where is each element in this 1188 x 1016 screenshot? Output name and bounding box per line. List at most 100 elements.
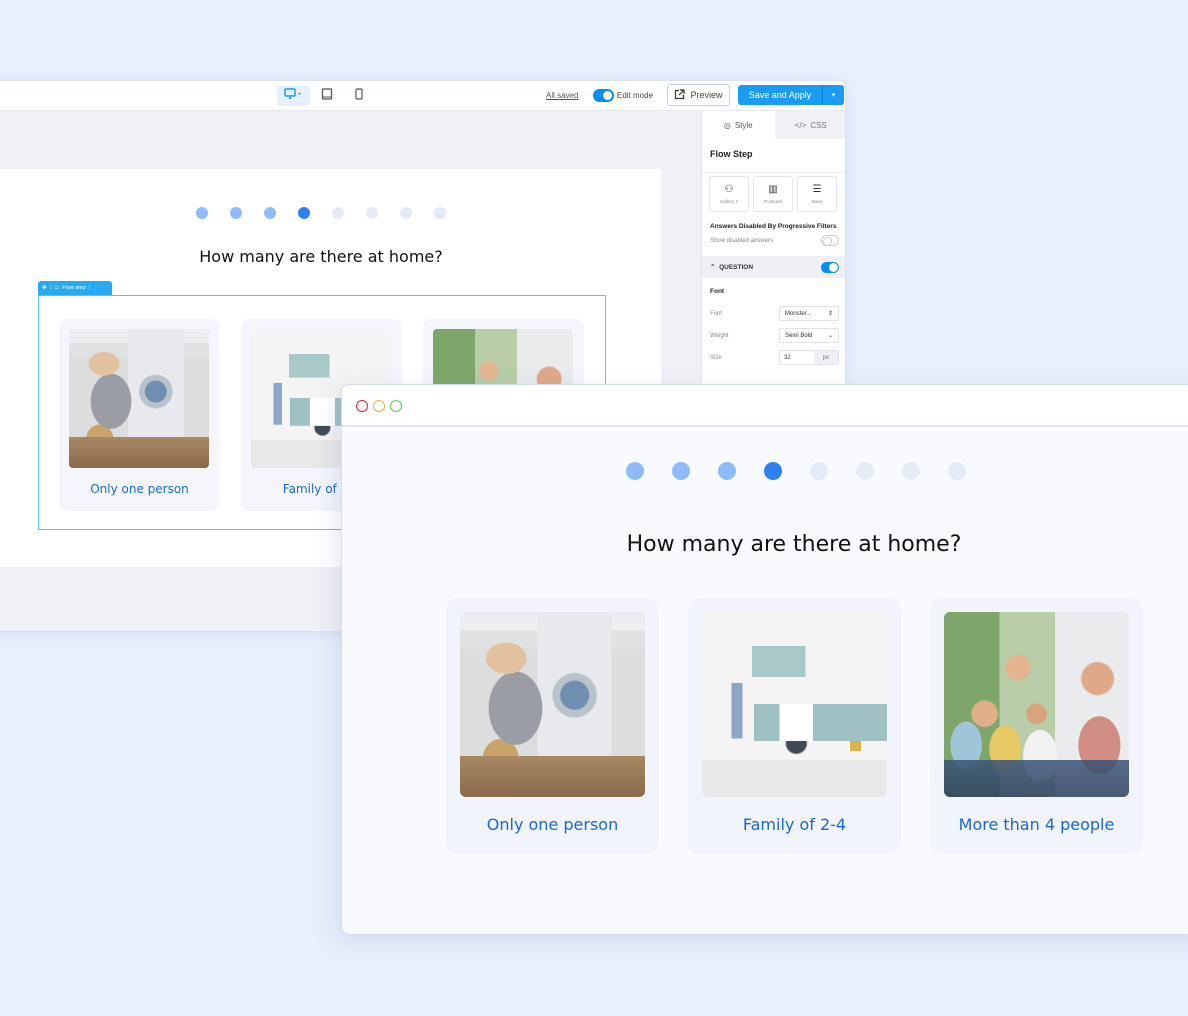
progress-dot-completed (626, 462, 644, 480)
progress-dot-current (764, 462, 782, 480)
layout-stack-option[interactable]: ☰ Stack (797, 176, 837, 212)
answer-label: Only one person (486, 815, 619, 834)
answer-label: Only one person (90, 482, 189, 496)
weight-label: Weight (710, 332, 729, 339)
layout-options: ⚇ Gallery II ▥ Postcard ☰ Stack (702, 173, 845, 215)
answer-label: Family of 2-4 (742, 815, 847, 834)
edit-mode-toggle[interactable] (593, 89, 614, 102)
chevron-up-icon: ⌃ (710, 264, 716, 272)
answer-image (944, 612, 1129, 797)
panel-tabs: ◎ Style </> CSS (702, 111, 845, 139)
divider: | (88, 285, 91, 291)
external-link-icon (674, 88, 686, 102)
progress-dot-pending (810, 462, 828, 480)
answer-option[interactable]: Only one person (446, 598, 659, 854)
stack-icon: ☰ (812, 183, 822, 195)
save-status-link[interactable]: All saved (546, 91, 578, 100)
weight-value: Semi Bold (785, 332, 813, 339)
flow-step-label: Flow step (62, 285, 86, 291)
progress-dot-completed (672, 462, 690, 480)
gallery-icon: ⚇ (724, 183, 734, 195)
preview-label: Preview (690, 90, 723, 100)
font-heading: Font (710, 288, 725, 296)
progress-dot-completed (264, 207, 276, 219)
tablet-icon (321, 87, 333, 105)
device-tablet-button[interactable] (318, 86, 336, 106)
layout-icon: ▭ (54, 285, 60, 291)
answers-disabled-title: Answers Disabled By Progressive Filters (710, 223, 837, 230)
device-mobile-button[interactable] (351, 86, 367, 106)
progress-dots (196, 207, 446, 219)
font-row: Font Monster... ⇕ (702, 303, 845, 325)
question-section-header[interactable]: ⌃ QUESTION (702, 256, 845, 279)
layout-gallery-option[interactable]: ⚇ Gallery II (709, 176, 749, 212)
layout-label: Postcard (764, 198, 782, 204)
updown-icon: ⇕ (827, 311, 833, 318)
tab-style[interactable]: ◎ Style (702, 111, 775, 139)
tab-css[interactable]: </> CSS (774, 111, 845, 139)
maximize-window-button[interactable] (390, 400, 402, 412)
save-options-dropdown[interactable]: ▾ (822, 85, 844, 105)
answer-option[interactable]: More than 4 people (930, 598, 1143, 854)
divider: | (49, 285, 52, 291)
progress-dot-completed (230, 207, 242, 219)
move-icon[interactable]: ✥ (42, 285, 47, 291)
size-label: Size (710, 354, 722, 361)
progress-dot-pending (948, 462, 966, 480)
flow-step-tag[interactable]: ✥ | ▭ Flow step | ⋮ (38, 281, 112, 295)
font-section: Font (702, 278, 845, 302)
monitor-icon (283, 87, 304, 105)
answer-label: More than 4 people (958, 815, 1115, 834)
size-row: Size 32 px (702, 347, 845, 369)
font-select[interactable]: Monster... ⇕ (779, 306, 839, 322)
device-desktop-button[interactable] (277, 86, 310, 106)
answer-option[interactable]: Family of 2-4 (688, 598, 901, 854)
disabled-answers-section: Answers Disabled By Progressive Filters … (702, 215, 845, 247)
layout-label: Stack (811, 198, 823, 204)
save-and-apply-button[interactable]: Save and Apply ▾ (738, 85, 844, 105)
layout-label: Gallery II (719, 198, 738, 204)
size-unit[interactable]: px (814, 351, 838, 365)
editor-toolbar: All saved Edit mode Preview Save and App… (0, 81, 845, 111)
close-window-button[interactable] (356, 400, 368, 412)
chevron-down-icon: ⌄ (827, 333, 833, 340)
phone-icon (355, 87, 363, 105)
postcard-icon: ▥ (768, 183, 778, 195)
tab-css-label: CSS (810, 120, 827, 130)
question-title[interactable]: How many are there at home? (0, 247, 661, 266)
save-and-apply-label[interactable]: Save and Apply (738, 85, 822, 105)
answer-image (69, 329, 209, 468)
question-section-label: QUESTION (719, 264, 754, 272)
show-disabled-label: Show disabled answers (710, 237, 774, 244)
font-value: Monster... (785, 310, 812, 317)
size-value[interactable]: 32 (780, 351, 814, 364)
question-toggle[interactable] (821, 261, 839, 273)
weight-select[interactable]: Semi Bold ⌄ (779, 328, 839, 344)
progress-dot-completed (196, 207, 208, 219)
minimize-window-button[interactable] (373, 400, 385, 412)
progress-dot-completed (718, 462, 736, 480)
font-label: Font (710, 310, 723, 317)
answer-image (702, 612, 887, 797)
edit-mode-label: Edit mode (617, 91, 654, 100)
window-titlebar (342, 385, 1188, 427)
progress-dot-pending (366, 207, 378, 219)
progress-dot-pending (332, 207, 344, 219)
question-title: How many are there at home? (626, 532, 962, 557)
progress-dot-pending (434, 207, 446, 219)
progress-dot-current (298, 207, 310, 219)
show-disabled-toggle[interactable] (821, 235, 839, 247)
tab-style-label: Style (734, 120, 753, 130)
code-icon: </> (794, 120, 807, 130)
answer-card[interactable]: Only one person (59, 319, 220, 511)
progress-dots (626, 462, 966, 480)
layout-postcard-option[interactable]: ▥ Postcard (753, 176, 793, 212)
palette-icon: ◎ (723, 120, 731, 130)
weight-row: Weight Semi Bold ⌄ (702, 325, 845, 347)
chevron-down-icon: ▾ (831, 92, 836, 99)
more-options-icon[interactable]: ⋮ (93, 285, 99, 291)
preview-button[interactable]: Preview (667, 84, 730, 106)
size-input[interactable]: 32 px (779, 350, 839, 366)
progress-dot-pending (856, 462, 874, 480)
preview-window: How many are there at home? Only one per… (341, 384, 1188, 935)
